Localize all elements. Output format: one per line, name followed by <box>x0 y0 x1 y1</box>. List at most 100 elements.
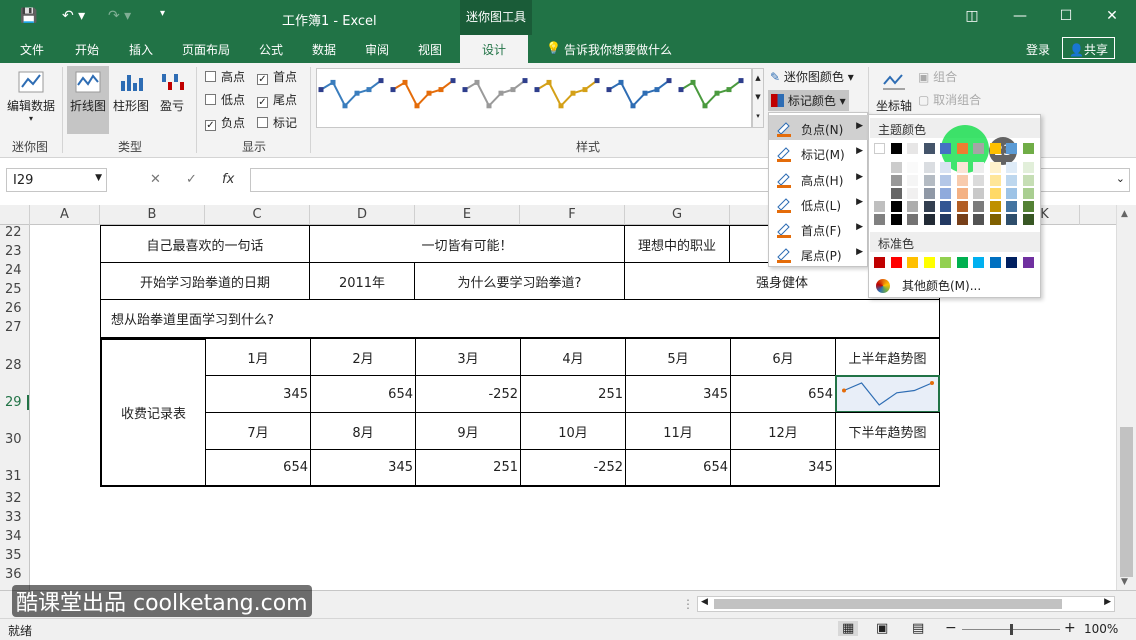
zoom-out-icon[interactable]: − <box>945 620 957 636</box>
sparkline-color-button[interactable]: ✎ 迷你图颜色 ▾ <box>770 68 854 85</box>
tab-review[interactable]: 审阅 <box>365 41 389 58</box>
cell-value[interactable]: 654 <box>205 449 311 487</box>
color-swatch[interactable] <box>874 175 885 186</box>
standard-color-swatch[interactable] <box>890 257 902 268</box>
column-button[interactable]: 柱形图 <box>111 69 151 114</box>
expand-formula-icon[interactable]: ⌄ <box>1116 172 1125 185</box>
ribbon-display-icon[interactable]: ◫ <box>962 8 982 24</box>
scroll-down-icon[interactable]: ▼ <box>1121 577 1128 587</box>
color-swatch[interactable] <box>874 162 885 173</box>
color-swatch[interactable] <box>907 201 918 212</box>
menu-item-high-point[interactable]: 高点(H) ▶ <box>769 166 869 191</box>
menu-item-negative-point[interactable]: 负点(N) ▶ <box>769 115 869 140</box>
row-header[interactable]: 36 <box>0 567 29 582</box>
tab-formulas[interactable]: 公式 <box>259 41 283 58</box>
cell-value[interactable]: -252 <box>520 449 626 487</box>
marker-color-button[interactable]: 标记颜色 ▾ <box>768 90 849 111</box>
page-layout-view-icon[interactable]: ▣ <box>876 621 888 636</box>
color-swatch[interactable] <box>973 201 984 212</box>
vertical-scrollbar[interactable]: ▲ ▼ <box>1116 205 1136 590</box>
gallery-style-line[interactable] <box>536 79 598 108</box>
cell-month[interactable]: 6月 <box>730 338 836 376</box>
cell-start-date-label[interactable]: 开始学习跆拳道的日期 <box>100 262 310 300</box>
column-header[interactable]: E <box>415 205 520 225</box>
color-swatch[interactable] <box>973 188 984 199</box>
row-header[interactable]: 28 <box>0 358 29 373</box>
color-swatch[interactable] <box>907 188 918 199</box>
color-swatch[interactable] <box>874 214 885 225</box>
name-box[interactable]: I29 ▼ <box>6 168 107 192</box>
color-swatch[interactable] <box>1022 175 1034 186</box>
cell-value[interactable]: 654 <box>310 375 416 413</box>
cell-month[interactable]: 12月 <box>730 412 836 450</box>
color-swatch[interactable] <box>923 175 935 186</box>
scroll-left-icon[interactable]: ◀ <box>701 597 708 607</box>
cell-month[interactable]: 3月 <box>415 338 521 376</box>
color-swatch[interactable] <box>956 162 968 173</box>
row-header[interactable]: 24 <box>0 263 29 278</box>
tab-page-layout[interactable]: 页面布局 <box>182 41 230 58</box>
row-header[interactable]: 31 <box>0 469 29 484</box>
color-swatch[interactable] <box>940 175 951 186</box>
color-swatch[interactable] <box>973 143 984 154</box>
color-swatch[interactable] <box>989 214 1001 225</box>
cell-value[interactable]: 251 <box>415 449 521 487</box>
scroll-up-icon[interactable]: ▲ <box>753 69 763 88</box>
color-swatch[interactable] <box>874 188 885 199</box>
column-header[interactable]: B <box>100 205 205 225</box>
gallery-style-line[interactable] <box>320 79 382 108</box>
cell-sparkline-selected[interactable] <box>835 375 940 413</box>
cell-month[interactable]: 5月 <box>625 338 731 376</box>
color-swatch[interactable] <box>907 162 918 173</box>
cell-learn-label[interactable]: 想从跆拳道里面学习到什么? <box>100 299 940 338</box>
standard-color-swatch[interactable] <box>1022 257 1034 268</box>
row-header[interactable]: 25 <box>0 282 29 297</box>
cell-month[interactable]: 8月 <box>310 412 416 450</box>
share-button[interactable]: 👤共享 <box>1062 37 1115 59</box>
sparkline-style-gallery[interactable] <box>316 68 752 128</box>
standard-color-swatch[interactable] <box>923 257 935 268</box>
color-swatch[interactable] <box>923 214 935 225</box>
column-header[interactable]: D <box>310 205 415 225</box>
gallery-style-line[interactable] <box>392 79 454 108</box>
high-point-checkbox[interactable]: 高点 <box>205 68 245 85</box>
color-swatch[interactable] <box>940 188 951 199</box>
cell-sparkline-h2[interactable] <box>835 449 940 487</box>
cell-month[interactable]: 2月 <box>310 338 416 376</box>
color-swatch[interactable] <box>940 214 951 225</box>
cell-start-date-value[interactable]: 2011年 <box>309 262 415 300</box>
low-point-checkbox[interactable]: 低点 <box>205 91 245 108</box>
cell-trend-h2-label[interactable]: 下半年趋势图 <box>835 412 940 450</box>
tell-me-box[interactable]: 告诉我你想要做什么 <box>564 41 672 58</box>
menu-item-low-point[interactable]: 低点(L) ▶ <box>769 191 869 216</box>
scroll-down-icon[interactable]: ▼ <box>753 88 763 107</box>
maximize-button[interactable]: ☐ <box>1056 8 1076 24</box>
color-swatch[interactable] <box>890 201 902 212</box>
color-swatch[interactable] <box>907 175 918 186</box>
color-swatch[interactable] <box>1022 214 1034 225</box>
zoom-slider-thumb[interactable] <box>1010 624 1013 635</box>
gallery-style-line[interactable] <box>608 79 670 108</box>
scroll-right-icon[interactable]: ▶ <box>1104 597 1111 607</box>
color-swatch[interactable] <box>923 162 935 173</box>
last-point-checkbox[interactable]: ✓ 尾点 <box>257 91 297 108</box>
fx-icon[interactable]: fx <box>222 172 234 187</box>
page-break-view-icon[interactable]: ▤ <box>912 621 924 636</box>
cell-value[interactable]: 345 <box>205 375 311 413</box>
menu-item-markers[interactable]: 标记(M) ▶ <box>769 140 869 165</box>
color-swatch[interactable] <box>940 201 951 212</box>
menu-item-first-point[interactable]: 首点(F) ▶ <box>769 216 869 241</box>
winloss-button[interactable]: 盈亏 <box>154 69 190 114</box>
cell-month[interactable]: 1月 <box>205 338 311 376</box>
horizontal-scrollbar[interactable]: ◀ ▶ <box>697 596 1115 612</box>
row-header[interactable]: 32 <box>0 491 29 506</box>
cell-month[interactable]: 10月 <box>520 412 626 450</box>
tab-design[interactable]: 设计 <box>460 35 529 63</box>
line-button[interactable]: 折线图 <box>67 66 109 134</box>
color-swatch[interactable] <box>890 214 902 225</box>
color-swatch[interactable] <box>989 201 1001 212</box>
gallery-style-line[interactable] <box>464 79 526 108</box>
color-swatch[interactable] <box>973 214 984 225</box>
row-header[interactable]: 22 <box>0 225 29 240</box>
column-header[interactable]: G <box>625 205 730 225</box>
